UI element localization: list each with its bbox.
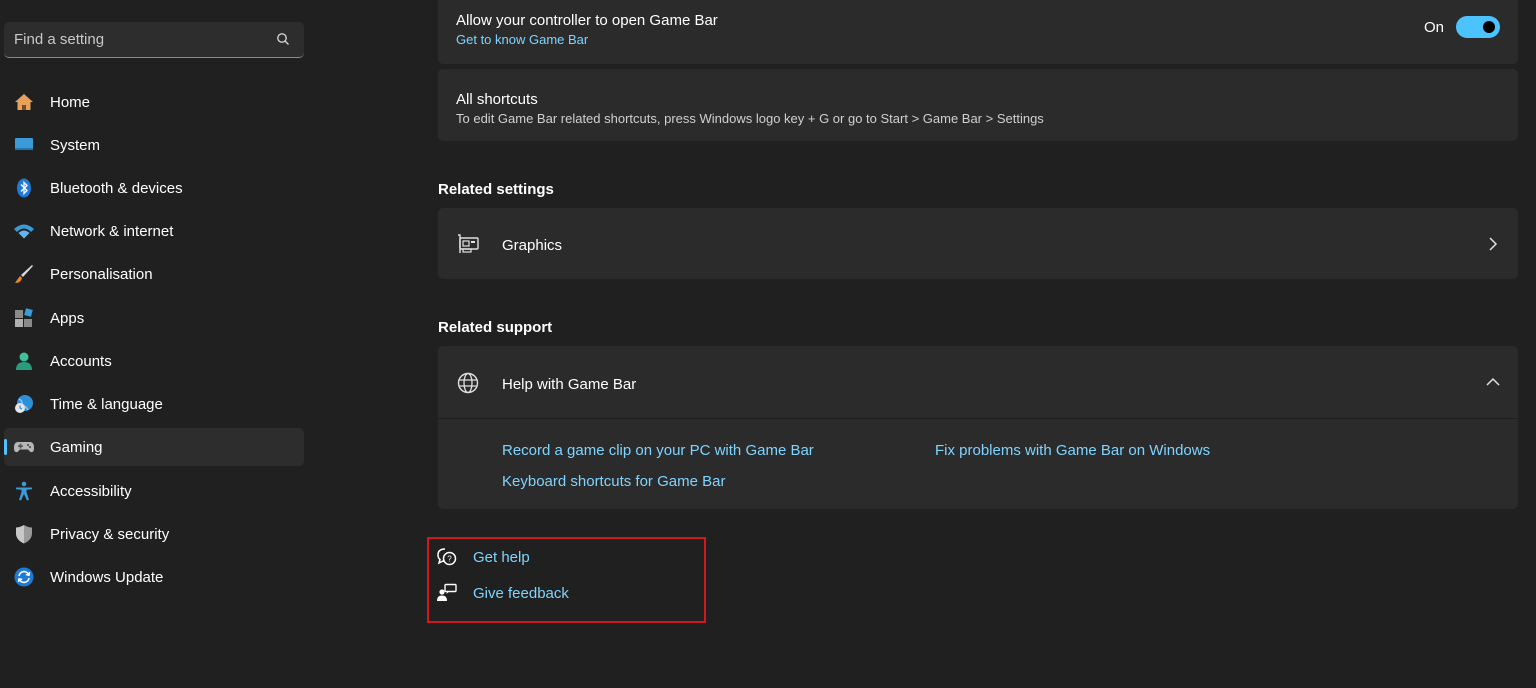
sidebar-item-label: Gaming: [50, 438, 103, 456]
controller-setting-card: Allow your controller to open Game Bar G…: [438, 0, 1518, 64]
bluetooth-icon: [17, 178, 31, 198]
svg-text:?: ?: [447, 555, 452, 564]
sidebar-item-label: Privacy & security: [50, 525, 170, 543]
sidebar-item-label: Windows Update: [50, 568, 164, 586]
settings-window: Home System Bluetooth & devices Network …: [0, 0, 1536, 688]
sidebar-item-label: Network & internet: [50, 222, 174, 240]
sidebar-item-privacy[interactable]: Privacy & security: [4, 515, 304, 553]
sidebar: Home System Bluetooth & devices Network …: [0, 0, 310, 688]
sidebar-item-label: Accounts: [50, 352, 112, 370]
update-icon: [14, 567, 34, 587]
get-help-icon: ?: [437, 548, 457, 566]
sidebar-item-label: Bluetooth & devices: [50, 179, 183, 197]
sidebar-item-windows-update[interactable]: Windows Update: [4, 558, 304, 596]
brush-icon: [15, 265, 33, 283]
sidebar-item-label: Home: [50, 93, 91, 111]
graphics-card-icon: [458, 234, 479, 253]
all-shortcuts-title: All shortcuts: [456, 91, 538, 108]
toggle-state-label: On: [1423, 19, 1444, 36]
home-icon: [15, 94, 33, 110]
accessibility-icon: [16, 481, 32, 501]
person-icon: [16, 352, 32, 370]
record-game-clip-link[interactable]: Record a game clip on your PC with Game …: [502, 442, 814, 459]
sidebar-item-label: Accessibility: [50, 482, 132, 500]
sidebar-item-accessibility[interactable]: Accessibility: [4, 472, 304, 510]
controller-toggle[interactable]: [1456, 16, 1500, 38]
chevron-right-icon: [1489, 237, 1498, 251]
sidebar-item-personalisation[interactable]: Personalisation: [4, 255, 304, 293]
search-box[interactable]: [4, 22, 304, 58]
related-settings-heading: Related settings: [438, 181, 554, 198]
highlight-box: [427, 537, 706, 623]
monitor-icon: [15, 138, 33, 150]
sidebar-item-time-language[interactable]: Time & language: [4, 385, 304, 423]
all-shortcuts-description: To edit Game Bar related shortcuts, pres…: [456, 111, 1044, 126]
toggle-knob: [1483, 21, 1495, 33]
sidebar-item-network[interactable]: Network & internet: [4, 212, 304, 250]
sidebar-item-home[interactable]: Home: [4, 83, 304, 121]
related-support-heading: Related support: [438, 319, 553, 336]
get-to-know-game-bar-link[interactable]: Get to know Game Bar: [456, 32, 588, 47]
chevron-up-icon[interactable]: [1486, 377, 1500, 387]
give-feedback-link[interactable]: Give feedback: [473, 585, 569, 602]
give-feedback-icon: [437, 583, 457, 601]
globe-clock-icon: [15, 395, 33, 413]
search-icon[interactable]: [276, 32, 290, 46]
help-with-game-bar-header[interactable]: Help with Game Bar: [438, 346, 1518, 418]
apps-icon: [15, 308, 33, 327]
sidebar-item-gaming[interactable]: Gaming: [4, 428, 304, 466]
sidebar-item-label: Personalisation: [50, 265, 153, 283]
shield-icon: [16, 525, 32, 544]
sidebar-item-label: System: [50, 136, 101, 154]
gamepad-icon: [14, 442, 34, 453]
get-help-link[interactable]: Get help: [473, 549, 530, 566]
search-input[interactable]: [4, 30, 266, 49]
active-indicator: [4, 439, 7, 455]
wifi-icon: [14, 224, 34, 239]
globe-icon: [457, 372, 479, 394]
sidebar-item-apps[interactable]: Apps: [4, 299, 304, 337]
sidebar-item-label: Time & language: [50, 395, 163, 413]
graphics-label: Graphics: [502, 237, 563, 254]
help-links-panel: Record a game clip on your PC with Game …: [438, 419, 1518, 509]
graphics-setting-card[interactable]: Graphics: [438, 208, 1518, 279]
sidebar-item-label: Apps: [50, 309, 85, 327]
controller-setting-title: Allow your controller to open Game Bar: [456, 12, 718, 29]
sidebar-item-accounts[interactable]: Accounts: [4, 342, 304, 380]
all-shortcuts-card: All shortcuts To edit Game Bar related s…: [438, 69, 1518, 141]
sidebar-item-system[interactable]: System: [4, 126, 304, 164]
fix-problems-link[interactable]: Fix problems with Game Bar on Windows: [935, 442, 1210, 459]
keyboard-shortcuts-link[interactable]: Keyboard shortcuts for Game Bar: [502, 473, 725, 490]
sidebar-item-bluetooth[interactable]: Bluetooth & devices: [4, 169, 304, 207]
help-with-game-bar-title: Help with Game Bar: [502, 376, 637, 393]
